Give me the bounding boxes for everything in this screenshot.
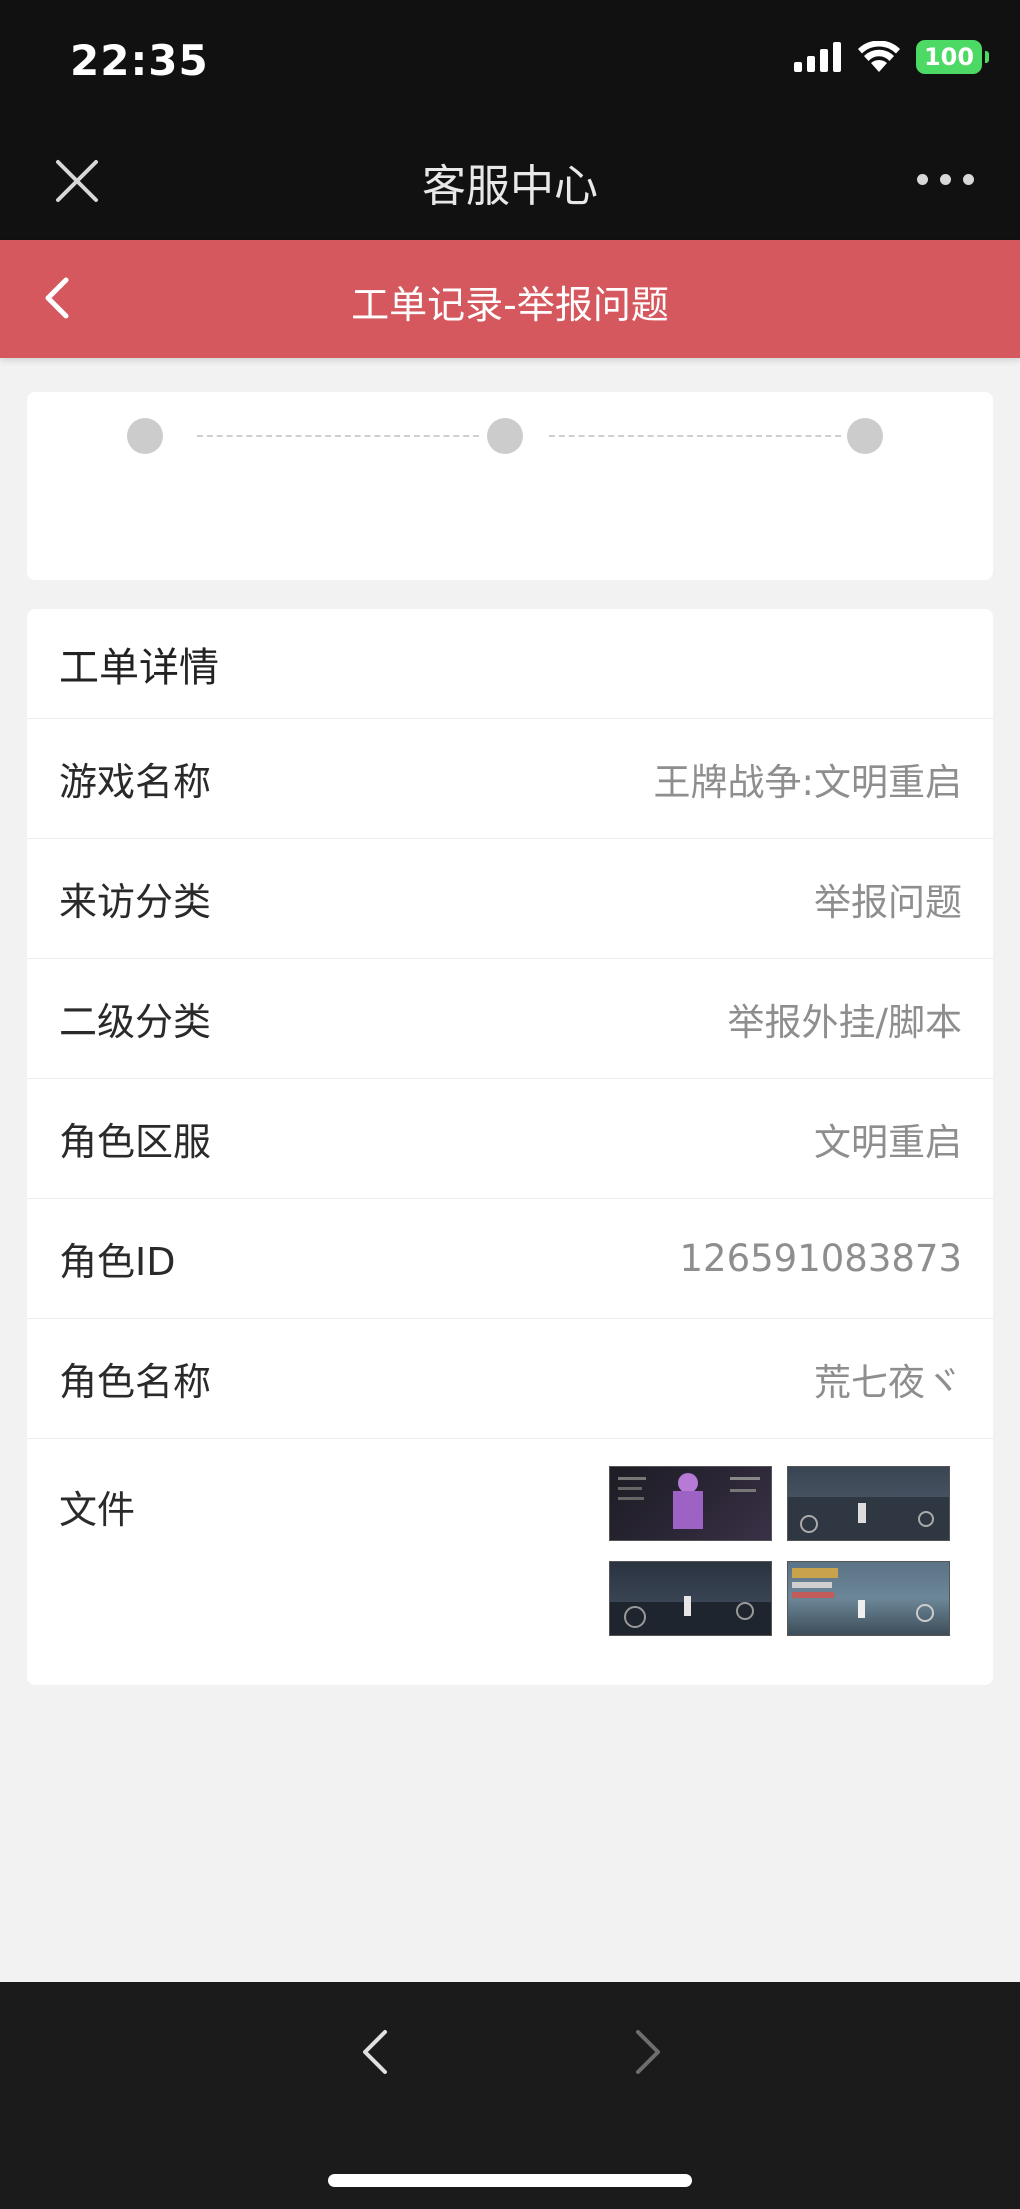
progress-step-dot	[487, 418, 523, 454]
page-title: 客服中心	[422, 161, 598, 212]
row-value: 王牌战争:文明重启	[653, 760, 962, 804]
app-header: 客服中心	[0, 120, 1020, 240]
row-value: 举报外挂/脚本	[727, 1000, 962, 1044]
browser-forward-icon[interactable]	[626, 2022, 670, 2082]
more-options-icon[interactable]	[910, 164, 980, 194]
status-bar: 22:35 100	[0, 0, 1020, 120]
more-dot	[916, 173, 928, 185]
more-dot	[962, 173, 974, 185]
detail-row-server: 角色区服 文明重启	[27, 1079, 993, 1199]
battery-level: 100	[923, 43, 975, 71]
screen: 22:35 100 客服中心 工单记录-举报问题 工单详情 游戏名称 王牌战争:…	[0, 0, 1020, 2209]
row-value: 举报问题	[814, 880, 962, 924]
detail-row-visit-category: 来访分类 举报问题	[27, 839, 993, 959]
row-label: 角色区服	[59, 1120, 212, 1164]
status-icons: 100	[794, 40, 989, 74]
signal-icon	[794, 42, 841, 72]
progress-step-connector	[549, 435, 841, 437]
ticket-detail-card: 工单详情 游戏名称 王牌战争:文明重启 来访分类 举报问题 二级分类 举报外挂/…	[27, 609, 993, 1685]
detail-row-role-id: 角色ID 126591083873	[27, 1199, 993, 1319]
detail-row-sub-category: 二级分类 举报外挂/脚本	[27, 959, 993, 1079]
battery-icon: 100	[916, 40, 989, 74]
row-label: 来访分类	[59, 880, 212, 924]
nav-bar: 工单记录-举报问题	[0, 240, 1020, 358]
game-screenshot-character-icon[interactable]	[609, 1466, 772, 1541]
row-label: 角色ID	[59, 1240, 176, 1284]
game-screenshot-rooftop-icon[interactable]	[787, 1466, 950, 1541]
files-label: 文件	[59, 1488, 136, 1532]
progress-step-connector	[197, 435, 479, 437]
detail-row-role-name: 角色名称 荒七夜ヾ	[27, 1319, 993, 1439]
nav-title: 工单记录-举报问题	[351, 283, 669, 327]
more-dot	[939, 173, 951, 185]
row-value: 荒七夜ヾ	[814, 1360, 962, 1404]
row-value: 126591083873	[679, 1237, 963, 1280]
game-screenshot-night-icon[interactable]	[609, 1561, 772, 1636]
browser-back-icon[interactable]	[353, 2022, 397, 2082]
row-label: 游戏名称	[59, 760, 212, 804]
wifi-icon	[858, 41, 900, 72]
status-time: 22:35	[70, 36, 209, 85]
progress-step-dot	[127, 418, 163, 454]
row-value: 文明重启	[814, 1120, 962, 1164]
card-title: 工单详情	[27, 609, 993, 719]
progress-step-dot	[847, 418, 883, 454]
row-label: 角色名称	[59, 1360, 212, 1404]
home-indicator[interactable]	[328, 2174, 692, 2187]
detail-row-game-name: 游戏名称 王牌战争:文明重启	[27, 719, 993, 839]
game-screenshot-chat-icon[interactable]	[787, 1561, 950, 1636]
progress-card	[27, 392, 993, 580]
row-label: 二级分类	[59, 1000, 212, 1044]
detail-row-files: 文件	[27, 1439, 993, 1683]
